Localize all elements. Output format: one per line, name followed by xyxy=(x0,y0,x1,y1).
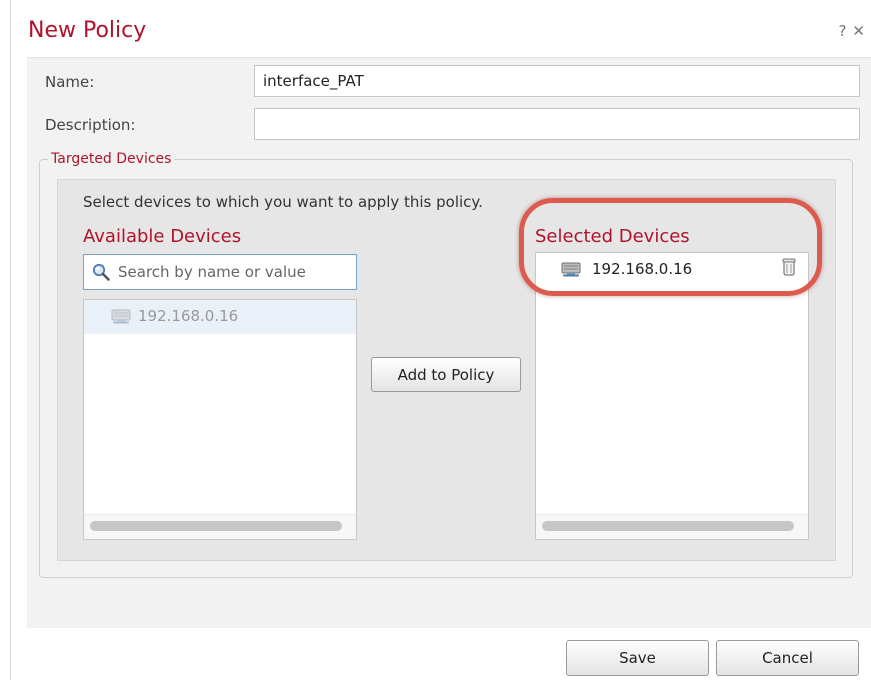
device-icon xyxy=(111,309,131,324)
add-to-policy-button[interactable]: Add to Policy xyxy=(371,357,521,392)
available-devices-list[interactable]: 192.168.0.16 xyxy=(83,299,357,540)
name-input[interactable] xyxy=(254,65,860,97)
selected-devices-list[interactable]: 192.168.0.16 xyxy=(535,252,809,540)
help-icon[interactable]: ? xyxy=(838,22,852,40)
device-search[interactable] xyxy=(83,254,357,290)
close-icon[interactable]: ✕ xyxy=(852,22,871,40)
trash-icon[interactable] xyxy=(781,257,797,277)
description-input[interactable] xyxy=(254,108,860,140)
selected-devices-heading: Selected Devices xyxy=(535,226,690,247)
selected-scrollbar[interactable] xyxy=(542,521,794,531)
device-search-input[interactable] xyxy=(118,255,354,289)
title-actions: ?✕ xyxy=(838,22,871,40)
selected-device-item[interactable]: 192.168.0.16 xyxy=(536,253,808,287)
available-devices-heading: Available Devices xyxy=(83,226,242,247)
search-icon xyxy=(92,263,110,281)
instructions-text: Select devices to which you want to appl… xyxy=(83,193,483,211)
description-label: Description: xyxy=(45,116,136,134)
save-button[interactable]: Save xyxy=(566,640,709,676)
name-label: Name: xyxy=(45,73,95,91)
dialog-title: New Policy xyxy=(28,18,147,43)
cancel-button[interactable]: Cancel xyxy=(716,640,859,676)
available-device-label: 192.168.0.16 xyxy=(138,307,239,325)
device-icon xyxy=(561,262,581,277)
selected-device-label: 192.168.0.16 xyxy=(592,260,693,278)
available-device-item[interactable]: 192.168.0.16 xyxy=(84,300,356,334)
dialog-left-border xyxy=(10,0,11,680)
available-scrollbar[interactable] xyxy=(90,521,342,531)
targeted-devices-legend: Targeted Devices xyxy=(51,151,172,167)
